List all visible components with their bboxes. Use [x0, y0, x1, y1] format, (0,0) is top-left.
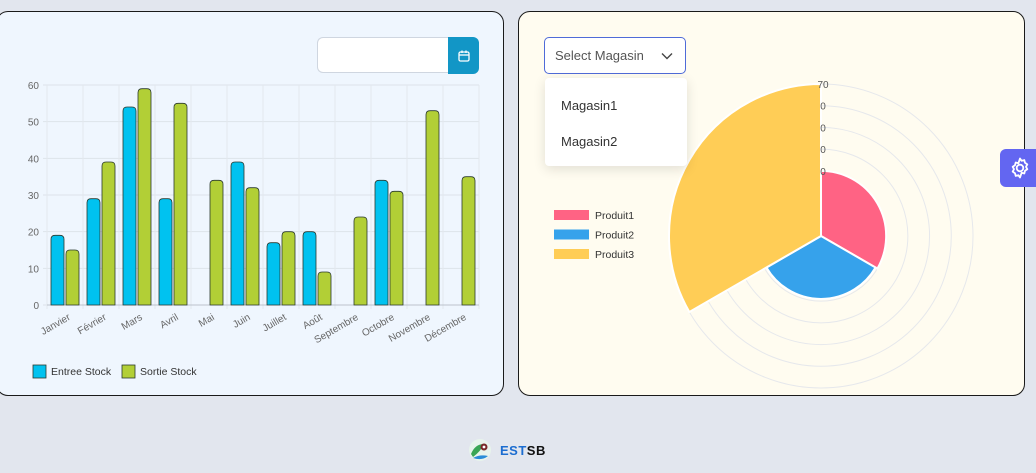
- legend-swatch: [121, 364, 136, 379]
- bar-sortie: [101, 161, 116, 306]
- legend-label: Sortie Stock: [140, 366, 197, 378]
- bar-entree: [230, 161, 245, 306]
- bar-entree: [374, 179, 389, 306]
- magasin-select[interactable]: Select Magasin: [544, 37, 686, 74]
- legend-label: Produit2: [595, 230, 634, 242]
- x-tick-label: Décembre: [423, 312, 469, 345]
- x-tick-label: Avril: [158, 312, 180, 331]
- brand-name: ESTSB: [500, 442, 546, 458]
- bar-entree: [266, 242, 281, 306]
- legend-swatch: [554, 249, 589, 259]
- bar-sortie: [173, 102, 188, 306]
- r-tick-label: 0: [820, 102, 826, 113]
- bar-sortie: [209, 179, 224, 306]
- bar-sortie: [353, 216, 368, 306]
- legend-swatch: [554, 229, 589, 240]
- legend-label: Produit1: [595, 210, 634, 222]
- y-tick-label: 10: [28, 264, 40, 275]
- x-tick-label: Août: [301, 312, 325, 332]
- y-tick-label: 20: [28, 228, 40, 239]
- settings-button[interactable]: [1000, 149, 1036, 187]
- product-polar-card: 70 0 0 0 0 Produit1 Produit2 Produit3 Select M…: [518, 11, 1025, 396]
- x-tick-label: Juin: [231, 312, 252, 331]
- x-tick-label: Mars: [120, 312, 145, 333]
- bar-entree: [158, 198, 173, 306]
- stock-movement-card: 0 10 20 30 40 50 60 Janvier Février Mars Avril Mai J…: [0, 11, 504, 396]
- y-tick-label: 0: [33, 301, 39, 312]
- footer-brand: ESTSB: [467, 437, 546, 463]
- y-tick-label: 40: [28, 154, 40, 165]
- r-tick-label: 0: [820, 123, 826, 134]
- r-tick-label: 70: [817, 80, 829, 91]
- x-tick-label: Juillet: [261, 312, 289, 334]
- gear-icon: [1011, 157, 1029, 179]
- legend-swatch: [554, 210, 589, 220]
- chevron-down-icon: [661, 52, 673, 59]
- magasin-option-1[interactable]: Magasin1: [561, 98, 617, 113]
- magasin-select-placeholder: Select Magasin: [555, 48, 644, 63]
- bar-entree: [302, 231, 317, 306]
- legend-label: Produit3: [595, 249, 634, 261]
- r-tick-label: 0: [820, 145, 826, 156]
- y-tick-label: 30: [28, 191, 40, 202]
- x-tick-label: Mai: [197, 312, 216, 330]
- bar-sortie: [245, 187, 260, 306]
- bar-entree: [122, 106, 137, 306]
- x-tick-label: Janvier: [39, 312, 73, 338]
- stock-bar-chart: 0 10 20 30 40 50 60 Janvier Février Mars Avril Mai J…: [28, 81, 480, 379]
- bar-sortie: [137, 88, 152, 306]
- bar-entree: [50, 234, 65, 306]
- bar-sortie: [461, 176, 476, 306]
- y-tick-label: 50: [28, 118, 40, 129]
- bar-sortie: [65, 249, 80, 306]
- x-tick-label: Février: [76, 312, 109, 337]
- legend-label: Entree Stock: [51, 366, 112, 378]
- leaf-gear-logo: [469, 439, 491, 461]
- bar-sortie: [317, 271, 332, 306]
- y-tick-label: 60: [28, 81, 40, 92]
- magasin-dropdown: Magasin1 Magasin2: [545, 78, 687, 166]
- r-tick-label: 0: [820, 167, 826, 178]
- legend-swatch: [32, 364, 47, 379]
- bar-sortie: [389, 190, 404, 306]
- magasin-option-2[interactable]: Magasin2: [561, 134, 617, 149]
- bar-sortie: [425, 110, 440, 306]
- bar-entree: [86, 198, 101, 306]
- bar-sortie: [281, 231, 296, 306]
